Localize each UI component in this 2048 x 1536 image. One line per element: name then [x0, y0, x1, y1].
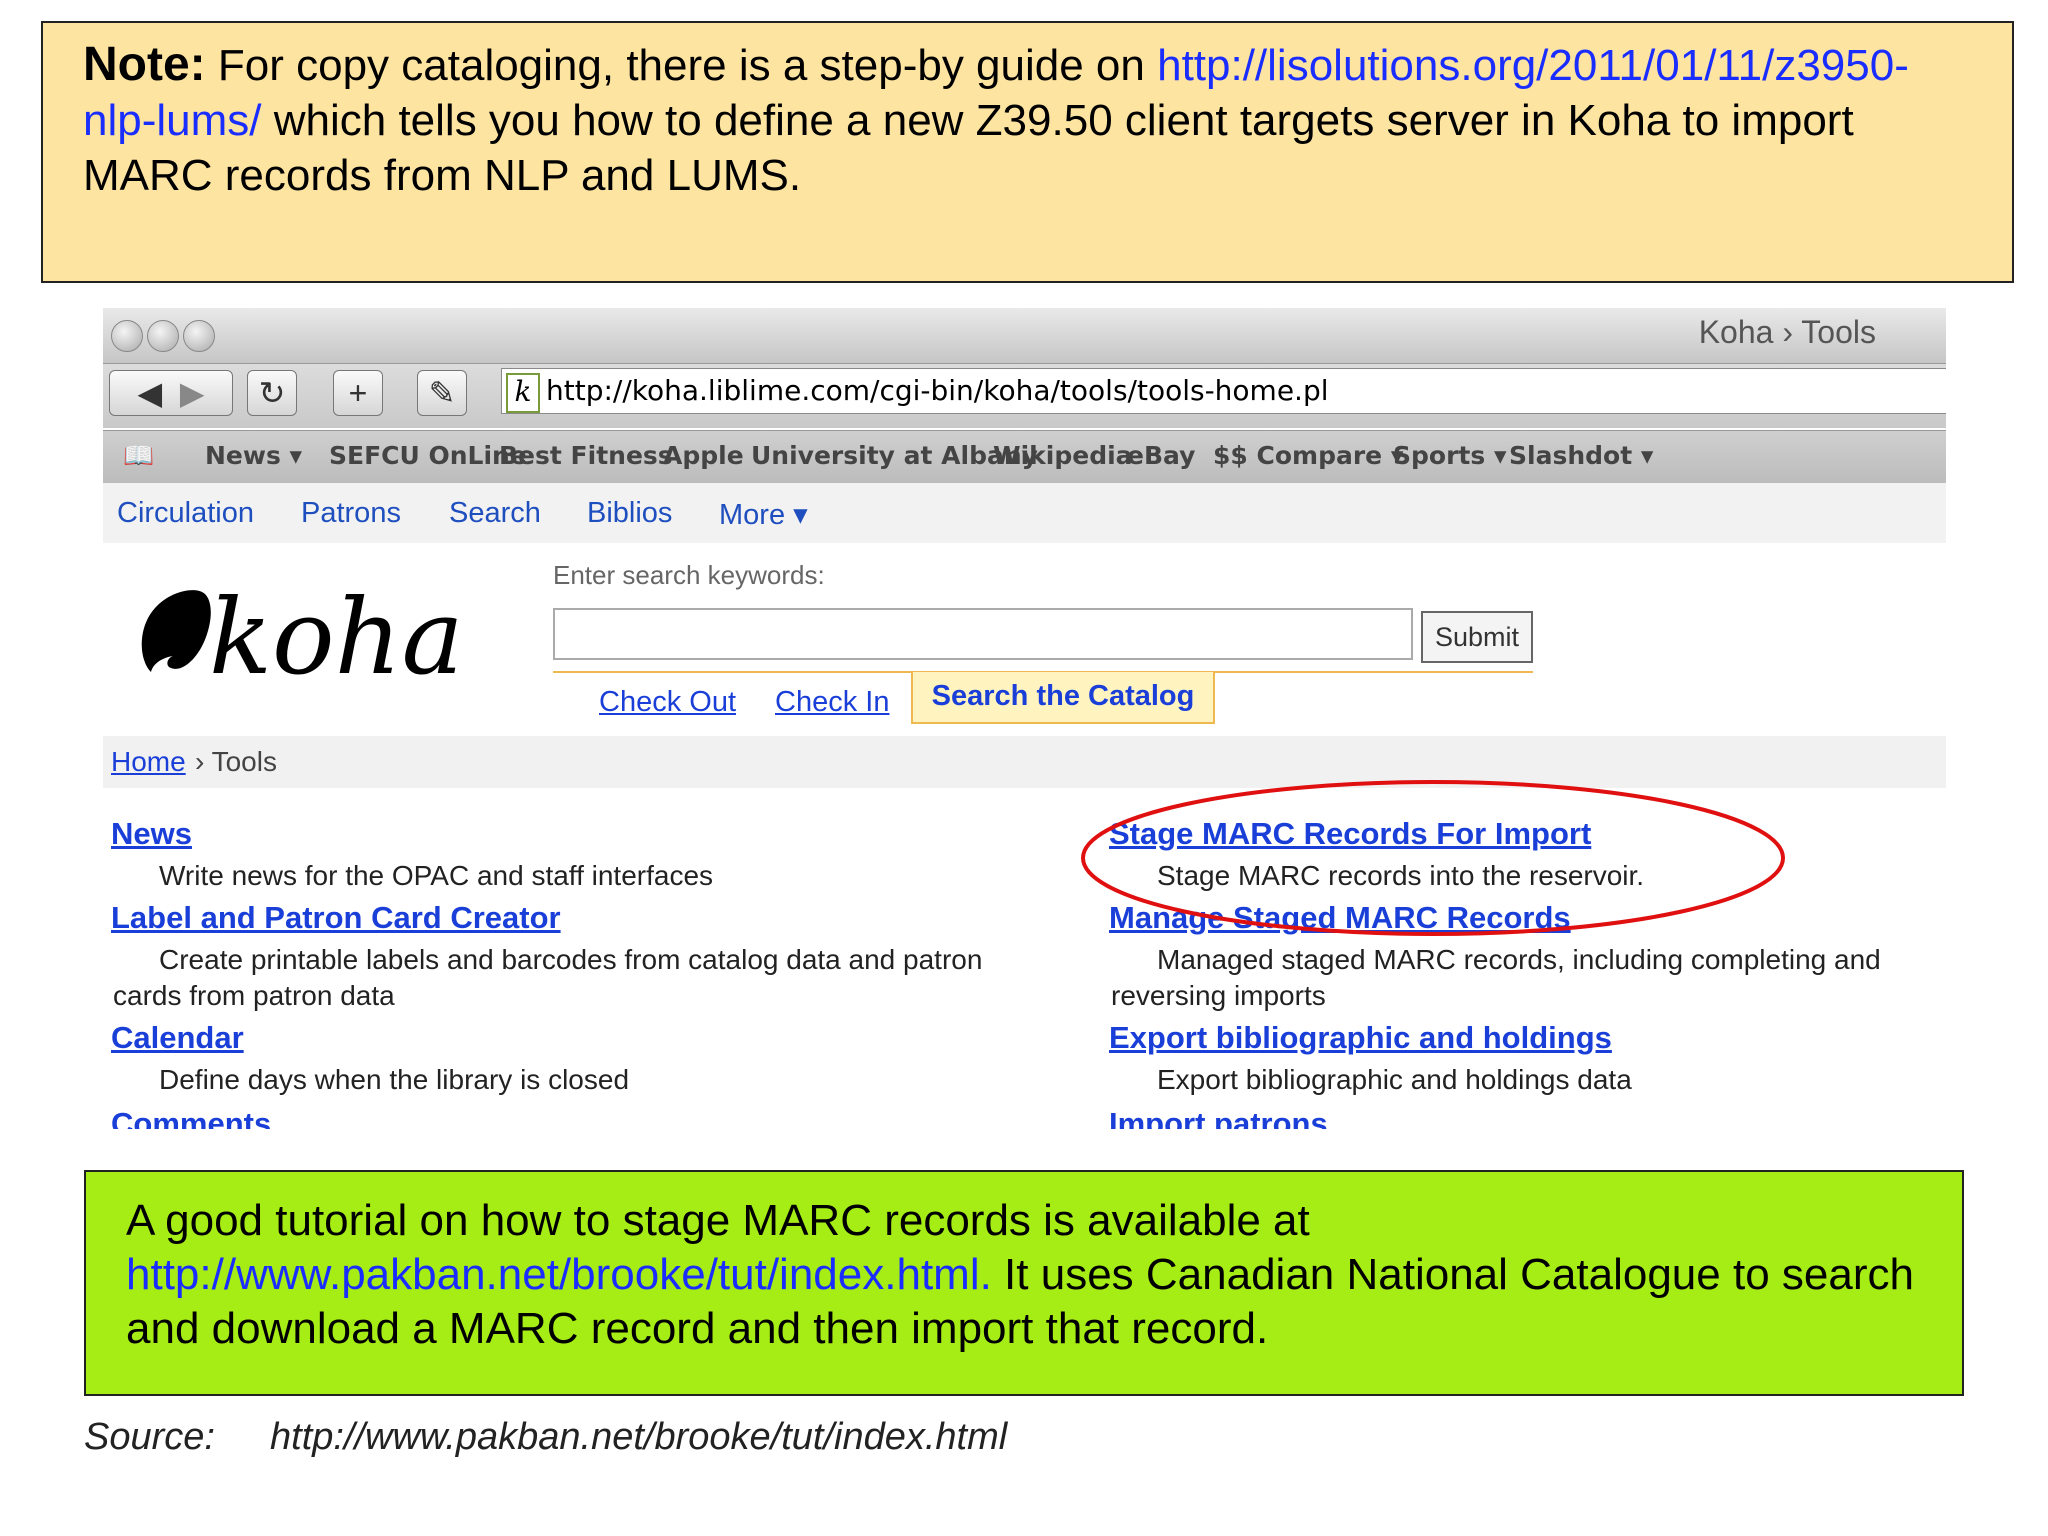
reload-icon[interactable]: ↻: [247, 370, 297, 416]
bookmarks-bar: 📖 News ▾ SEFCU OnLine Best Fitness Apple…: [103, 430, 1946, 484]
bookmark-slashdot[interactable]: Slashdot ▾: [1509, 441, 1653, 470]
tab-search-the-catalog[interactable]: Search the Catalog: [911, 672, 1215, 724]
minimize-window-icon[interactable]: [147, 320, 179, 352]
tool-desc-label-creator: Create printable labels and barcodes fro…: [113, 944, 983, 1011]
nav-more[interactable]: More ▾: [719, 497, 808, 532]
bookmark-sports[interactable]: Sports ▾: [1393, 441, 1507, 470]
note-text-after: which tells you how to define a new Z39.…: [83, 96, 1854, 200]
nav-biblios[interactable]: Biblios: [587, 497, 672, 530]
source-citation: Source: http://www.pakban.net/brooke/tut…: [84, 1416, 1007, 1459]
edit-pencil-icon[interactable]: ✎: [417, 370, 467, 416]
add-bookmark-icon[interactable]: +: [333, 370, 383, 416]
back-forward-button[interactable]: ◀ ▶: [109, 370, 233, 416]
tool-desc-export: Export bibliographic and holdings data: [1157, 1064, 1632, 1095]
tutorial-text-before: A good tutorial on how to stage MARC rec…: [126, 1196, 1310, 1245]
search-label: Enter search keywords:: [553, 560, 825, 590]
source-url[interactable]: http://www.pakban.net/brooke/tut/index.h…: [270, 1416, 1007, 1459]
highlight-ellipse: [1081, 780, 1785, 936]
tool-link-import-patrons[interactable]: Import patrons: [1109, 1106, 1328, 1129]
address-bar[interactable]: k http://koha.liblime.com/cgi-bin/koha/to…: [501, 368, 1946, 414]
site-favicon-icon: k: [506, 373, 540, 413]
address-url[interactable]: http://koha.liblime.com/cgi-bin/koha/too…: [546, 374, 1329, 407]
browser-screenshot: Koha › Tools ◀ ▶ ↻ + ✎ k http://koha.libl…: [103, 308, 1946, 1129]
search-input[interactable]: [553, 608, 1413, 660]
nav-circulation[interactable]: Circulation: [117, 497, 254, 530]
breadcrumb-home[interactable]: Home: [111, 746, 186, 778]
tool-link-comments[interactable]: Comments: [111, 1106, 271, 1129]
window-title: Koha › Tools: [1698, 314, 1876, 350]
close-window-icon[interactable]: [111, 320, 143, 352]
koha-logo: koha: [131, 568, 511, 703]
bookmark-best-fitness[interactable]: Best Fitness: [499, 441, 673, 470]
tool-desc-news: Write news for the OPAC and staff interf…: [159, 860, 714, 891]
note-text-before: For copy cataloging, there is a step-by …: [205, 41, 1158, 90]
bookmark-wikipedia[interactable]: Wikipedia: [993, 441, 1133, 470]
bookmarks-book-icon[interactable]: 📖: [123, 441, 154, 471]
bookmark-ebay[interactable]: eBay: [1127, 441, 1195, 470]
bookmark-sefcu[interactable]: SEFCU OnLine: [329, 441, 527, 470]
forward-arrow-icon[interactable]: ▶: [180, 375, 205, 411]
bookmark-news[interactable]: News ▾: [205, 441, 302, 470]
tool-link-label-creator[interactable]: Label and Patron Card Creator: [111, 900, 561, 936]
note-box: Note: For copy cataloging, there is a st…: [41, 21, 2014, 283]
note-label: Note:: [83, 38, 206, 91]
tutorial-link[interactable]: http://www.pakban.net/brooke/tut/index.h…: [126, 1250, 992, 1299]
breadcrumb-current: › Tools: [195, 746, 277, 777]
zoom-window-icon[interactable]: [183, 320, 215, 352]
koha-logo-mark-icon: koha: [141, 576, 464, 698]
tool-link-export[interactable]: Export bibliographic and holdings: [1109, 1020, 1612, 1056]
bookmark-compare[interactable]: $$ Compare ▾: [1213, 441, 1403, 470]
tool-link-news[interactable]: News: [111, 816, 192, 852]
koha-top-nav: Circulation Patrons Search Biblios More …: [103, 483, 1946, 543]
tool-desc-calendar: Define days when the library is closed: [159, 1064, 630, 1095]
submit-button[interactable]: Submit: [1421, 611, 1533, 663]
koha-logo-text: koha: [209, 576, 464, 698]
window-titlebar: Koha › Tools: [103, 308, 1946, 364]
nav-search[interactable]: Search: [449, 497, 541, 530]
bookmark-apple[interactable]: Apple: [663, 441, 744, 470]
tab-check-out[interactable]: Check Out: [599, 686, 736, 719]
tool-link-calendar[interactable]: Calendar: [111, 1020, 244, 1056]
back-arrow-icon[interactable]: ◀: [138, 375, 163, 411]
browser-toolbar: ◀ ▶ ↻ + ✎ k http://koha.liblime.com/cgi-b…: [103, 364, 1946, 428]
source-label: Source:: [84, 1416, 215, 1458]
nav-patrons[interactable]: Patrons: [301, 497, 401, 530]
tutorial-note-box: A good tutorial on how to stage MARC rec…: [84, 1170, 1964, 1396]
tab-check-in[interactable]: Check In: [775, 686, 889, 719]
